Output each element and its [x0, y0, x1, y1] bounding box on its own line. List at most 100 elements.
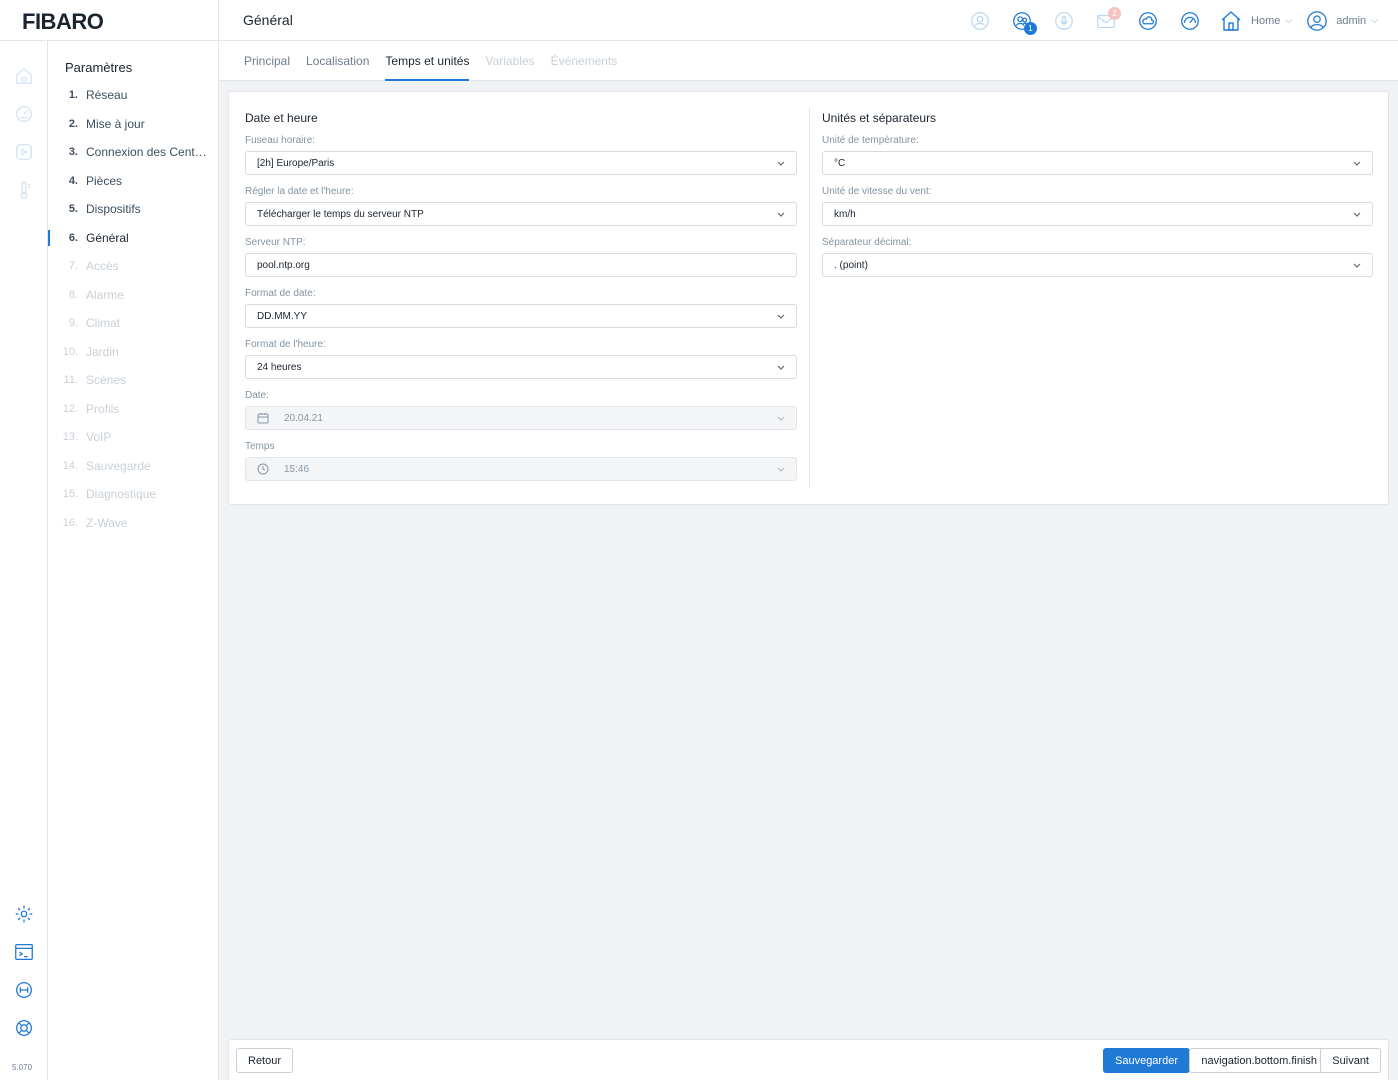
- nav-item-label: Dispositifs: [86, 202, 141, 217]
- nav-item-number: 1.: [68, 89, 78, 102]
- field-label: Serveur NTP:: [245, 237, 306, 248]
- mail-icon[interactable]: 2: [1085, 0, 1127, 41]
- decimal-separator-select[interactable]: . (point): [822, 253, 1373, 277]
- microphone-icon[interactable]: [1043, 0, 1085, 41]
- api-icon[interactable]: [13, 979, 35, 1001]
- dashboard-icon[interactable]: [13, 103, 35, 125]
- nav-item[interactable]: 3. Connexion des Centrales: [48, 138, 219, 167]
- time-format-field: Format de l'heure: 24 heures: [245, 339, 797, 379]
- date-format-field: Format de date: DD.MM.YY: [245, 288, 797, 328]
- users-badge: 1: [1024, 22, 1038, 35]
- tab[interactable]: Localisation: [306, 41, 369, 81]
- user-menu[interactable]: admin ⌵: [1306, 10, 1378, 32]
- nav-item-label: Sauvegarde: [86, 458, 151, 473]
- field-label: Format de date:: [245, 288, 316, 299]
- climate-icon[interactable]: [13, 179, 35, 201]
- date-format-select[interactable]: DD.MM.YY: [245, 304, 797, 328]
- nav-item-number: 6.: [68, 231, 78, 244]
- nav-item-number: 12.: [62, 402, 78, 415]
- scenes-icon[interactable]: [13, 141, 35, 163]
- chevron-down-icon: [1352, 209, 1362, 219]
- nav-title: Paramètres: [65, 60, 133, 75]
- nav-item-label: Z-Wave: [86, 515, 128, 530]
- nav-item[interactable]: 4. Pièces: [48, 167, 219, 196]
- set-datetime-select[interactable]: Télécharger le temps du serveur NTP: [245, 202, 797, 226]
- nav-item-number: 9.: [68, 317, 78, 330]
- nav-item[interactable]: 1. Réseau: [48, 81, 219, 110]
- time-format-select[interactable]: 24 heures: [245, 355, 797, 379]
- chevron-down-icon: [776, 158, 786, 168]
- time-field: Temps 15:46: [245, 441, 797, 481]
- help-icon[interactable]: [13, 1017, 35, 1039]
- nav-item-label: Connexion des Centrales: [86, 145, 208, 160]
- nav-item: 11. Scènes: [48, 366, 219, 395]
- finish-button[interactable]: navigation.bottom.finish: [1189, 1048, 1329, 1073]
- nav-item[interactable]: 5. Dispositifs: [48, 195, 219, 224]
- field-label: Date:: [245, 390, 269, 401]
- fibaro-logo[interactable]: FIBARO: [22, 9, 104, 35]
- nav-item-number: 10.: [62, 345, 78, 358]
- nav-item-label: Accès: [86, 259, 119, 274]
- users-icon[interactable]: 1: [1001, 0, 1043, 41]
- field-label: Format de l'heure:: [245, 339, 326, 350]
- date-picker: 20.04.21: [245, 406, 797, 430]
- home-icon[interactable]: [13, 65, 35, 87]
- nav-item: 7. Accès: [48, 252, 219, 281]
- nav-item-label: Diagnostique: [86, 487, 157, 502]
- ntp-server-input[interactable]: pool.ntp.org: [245, 253, 797, 277]
- select-value: km/h: [834, 208, 856, 220]
- nav-item[interactable]: 6. Général: [48, 224, 219, 253]
- tab[interactable]: Temps et unités: [385, 41, 470, 81]
- nav-item-number: 7.: [68, 260, 78, 273]
- clock-icon: [257, 463, 269, 475]
- back-button[interactable]: Retour: [236, 1048, 294, 1073]
- terminal-icon[interactable]: [13, 941, 35, 963]
- top-icons: 1 2 Home ⌵ admin ⌵: [959, 0, 1398, 41]
- tab: Variables: [485, 54, 535, 68]
- wind-speed-unit-field: Unité de vitesse du vent: km/h: [822, 186, 1373, 226]
- chevron-down-icon: ⌵: [1371, 15, 1378, 25]
- nav-item-label: Alarme: [86, 287, 125, 302]
- user-label: admin: [1336, 14, 1367, 27]
- nav-item: 12. Profils: [48, 395, 219, 424]
- nav-item-number: 5.: [68, 203, 78, 216]
- nav-item-number: 14.: [62, 459, 78, 472]
- field-label: Séparateur décimal:: [822, 237, 912, 248]
- icon-rail: 5.070: [0, 41, 48, 1080]
- nav-item[interactable]: 2. Mise à jour: [48, 110, 219, 139]
- nav-list: 1. Réseau 2. Mise à jour 3. Connexion des Cen…: [48, 81, 219, 537]
- field-label: Unité de vitesse du vent:: [822, 186, 932, 197]
- nav-item: 9. Climat: [48, 309, 219, 338]
- wind-speed-unit-select[interactable]: km/h: [822, 202, 1373, 226]
- temperature-unit-field: Unité de température: °C: [822, 135, 1373, 175]
- nav-item-number: 11.: [63, 374, 78, 387]
- timezone-field: Fuseau horaire: [2h] Europe/Paris: [245, 135, 797, 175]
- nav-item-label: Jardin: [86, 344, 119, 359]
- nav-item-label: Réseau: [86, 88, 128, 103]
- temperature-unit-select[interactable]: °C: [822, 151, 1373, 175]
- select-value: . (point): [834, 259, 868, 271]
- home-selector[interactable]: Home ⌵: [1219, 9, 1292, 33]
- footer-bar: Retour Sauvegarder navigation.bottom.fin…: [228, 1039, 1389, 1080]
- nav-item-label: Mise à jour: [86, 116, 145, 131]
- nav-item-number: 8.: [68, 288, 78, 301]
- select-value: DD.MM.YY: [257, 310, 307, 322]
- select-value: [2h] Europe/Paris: [257, 157, 335, 169]
- next-button[interactable]: Suivant: [1320, 1048, 1381, 1073]
- lock-user-icon[interactable]: [959, 0, 1001, 41]
- weather-icon[interactable]: [1127, 0, 1169, 41]
- select-value: °C: [834, 157, 846, 169]
- field-label: Régler la date et l'heure:: [245, 186, 354, 197]
- chevron-down-icon: [776, 209, 786, 219]
- tab[interactable]: Principal: [244, 41, 290, 81]
- chevron-down-icon: [1352, 158, 1362, 168]
- select-value: 24 heures: [257, 361, 302, 373]
- timezone-select[interactable]: [2h] Europe/Paris: [245, 151, 797, 175]
- save-button[interactable]: Sauvegarder: [1103, 1048, 1190, 1073]
- chevron-down-icon: [776, 413, 786, 423]
- main-content: Principal Localisation Temps et unités Vari…: [219, 41, 1398, 1080]
- energy-gauge-icon[interactable]: [1169, 0, 1211, 41]
- settings-icon[interactable]: [13, 903, 35, 925]
- nav-item-number: 15.: [62, 488, 78, 501]
- date-value: 20.04.21: [284, 412, 323, 424]
